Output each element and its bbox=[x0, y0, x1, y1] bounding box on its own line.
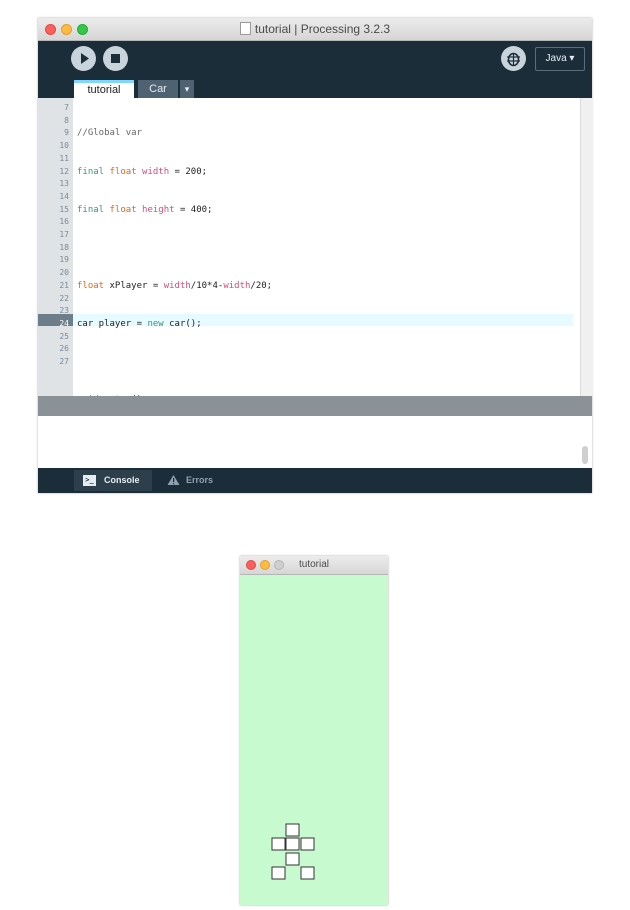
line-number: 14 bbox=[59, 191, 69, 201]
sketch-window: tutorial bbox=[240, 556, 388, 905]
line-number: 23 bbox=[59, 306, 69, 316]
sketch-canvas[interactable] bbox=[240, 575, 388, 905]
line-number: 12 bbox=[59, 166, 69, 176]
sketch-title-bar[interactable]: tutorial bbox=[240, 556, 388, 575]
code-line: float xPlayer = width/10*4-width/20; bbox=[77, 280, 273, 291]
tab-car[interactable]: Car bbox=[138, 80, 178, 99]
code-editor[interactable]: //Global var final float width = 200; fi… bbox=[73, 98, 580, 396]
line-number: 24 bbox=[59, 318, 69, 328]
debugger-icon bbox=[507, 52, 520, 67]
line-number: 13 bbox=[59, 179, 69, 189]
tab-console[interactable]: >_ Console bbox=[74, 470, 152, 491]
car-block-right-front bbox=[300, 837, 315, 851]
tab-menu-button[interactable]: ▾ bbox=[180, 80, 194, 99]
line-number: 22 bbox=[59, 293, 69, 303]
line-number: 16 bbox=[59, 217, 69, 227]
car-block-center bbox=[285, 837, 300, 851]
tab-tutorial[interactable]: tutorial bbox=[74, 80, 134, 99]
toolbar: Java ▾ tutorial Car ▾ bbox=[38, 41, 592, 99]
debug-button[interactable] bbox=[501, 46, 526, 71]
code-line: final float width = 200; bbox=[77, 166, 208, 177]
line-number: 11 bbox=[59, 153, 69, 163]
line-number: 15 bbox=[59, 204, 69, 214]
line-number: 27 bbox=[59, 357, 69, 366]
console-icon: >_ bbox=[83, 475, 96, 486]
car-block-left-front bbox=[271, 837, 286, 851]
line-number: 9 bbox=[64, 128, 69, 138]
code-text: //Global var final float width = 200; fi… bbox=[77, 102, 299, 396]
line-number: 8 bbox=[64, 115, 69, 125]
sketch-title: tutorial bbox=[298, 559, 329, 570]
run-button[interactable] bbox=[71, 46, 96, 71]
play-icon bbox=[81, 53, 89, 64]
car-drawing bbox=[271, 823, 315, 880]
title-bar[interactable]: tutorial | Processing 3.2.3 bbox=[38, 18, 592, 41]
line-number: 18 bbox=[59, 242, 69, 252]
car-block-top bbox=[285, 823, 300, 837]
window-title: tutorial | Processing 3.2.3 bbox=[38, 22, 592, 36]
stop-button[interactable] bbox=[103, 46, 128, 71]
mode-selector[interactable]: Java ▾ bbox=[535, 47, 585, 71]
line-number: 21 bbox=[59, 280, 69, 290]
line-number: 26 bbox=[59, 344, 69, 354]
line-number: 25 bbox=[59, 331, 69, 341]
line-number: 17 bbox=[59, 230, 69, 239]
stop-icon bbox=[111, 54, 120, 63]
line-number: 7 bbox=[64, 103, 69, 112]
car-block-left-rear bbox=[271, 866, 286, 880]
line-number: 10 bbox=[59, 141, 69, 151]
line-number: 19 bbox=[59, 255, 69, 265]
bottom-bar: >_ Console Errors bbox=[38, 468, 592, 493]
tab-errors[interactable]: Errors bbox=[162, 470, 232, 491]
editor-vertical-scrollbar[interactable] bbox=[580, 98, 593, 396]
car-block-middle bbox=[285, 852, 300, 866]
processing-window: tutorial | Processing 3.2.3 Java ▾ tutor… bbox=[38, 18, 593, 493]
warning-icon bbox=[167, 475, 180, 485]
code-line: //Global var bbox=[77, 128, 143, 139]
console-scrollbar[interactable] bbox=[582, 446, 588, 464]
line-number-gutter: 7 8 9 10 11 12 13 14 15 16 17 18 19 20 21 22 23 24 25 26 27 bbox=[38, 98, 73, 396]
document-icon bbox=[239, 22, 251, 35]
console-output-area[interactable] bbox=[38, 416, 592, 468]
car-block-right-rear bbox=[300, 866, 315, 880]
line-number: 20 bbox=[59, 268, 69, 278]
code-line: car player = new car(); bbox=[77, 318, 202, 329]
editor-horizontal-scrollbar[interactable] bbox=[38, 396, 592, 416]
code-line: final float height = 400; bbox=[77, 204, 213, 215]
